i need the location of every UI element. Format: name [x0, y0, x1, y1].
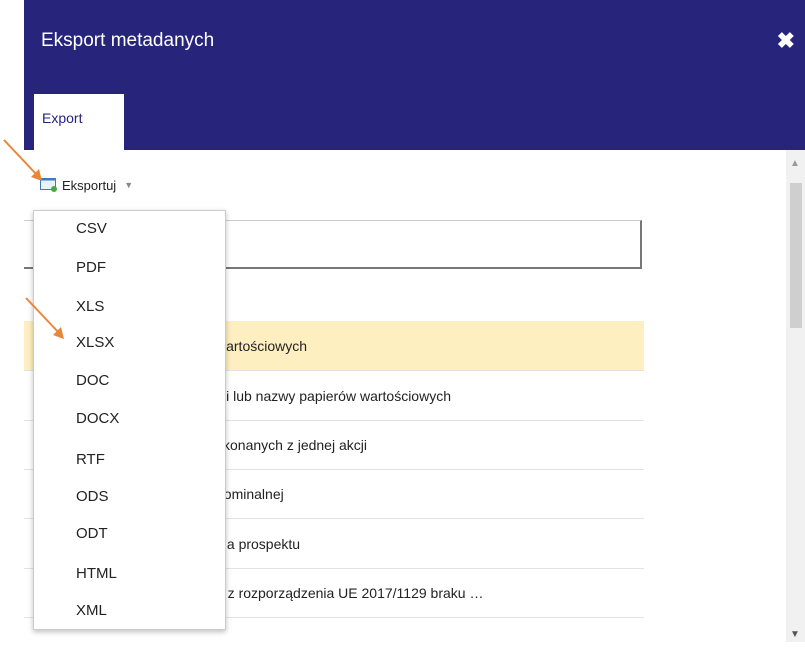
menu-item-pdf[interactable]: PDF: [76, 259, 106, 276]
menu-item-html[interactable]: HTML: [76, 565, 117, 582]
dialog-title: Eksport metadanych: [41, 30, 215, 51]
annotation-arrow-icon: [25, 297, 64, 339]
menu-item-rtf[interactable]: RTF: [76, 451, 105, 468]
scroll-thumb[interactable]: [790, 183, 802, 328]
vertical-scrollbar[interactable]: ▲ ▼: [786, 150, 805, 642]
menu-item-csv[interactable]: CSV: [76, 220, 107, 237]
menu-item-doc[interactable]: DOC: [76, 372, 109, 389]
export-dropdown-button[interactable]: Eksportuj ▼: [40, 171, 133, 199]
scroll-up-icon[interactable]: ▲: [790, 158, 800, 169]
background-strip: [0, 0, 24, 642]
menu-item-xml[interactable]: XML: [76, 602, 107, 619]
tab-export-label: Export: [42, 110, 83, 126]
tab-export[interactable]: Export: [34, 94, 124, 150]
export-format-menu: CSV PDF XLS XLSX DOC DOCX RTF ODS ODT HT…: [33, 210, 226, 630]
menu-item-xls[interactable]: XLS: [76, 298, 104, 315]
chevron-down-icon: ▼: [124, 180, 134, 190]
menu-item-ods[interactable]: ODS: [76, 488, 109, 505]
menu-item-odt[interactable]: ODT: [76, 525, 108, 542]
close-icon[interactable]: ✖: [777, 28, 795, 54]
annotation-arrow-icon: [3, 139, 42, 181]
scroll-down-icon[interactable]: ▼: [790, 629, 800, 640]
menu-item-docx[interactable]: DOCX: [76, 410, 119, 427]
export-button-label: Eksportuj: [62, 177, 117, 193]
dialog-header: Eksport metadanych ✖ Export: [24, 0, 805, 150]
menu-item-xlsx[interactable]: XLSX: [76, 334, 114, 351]
